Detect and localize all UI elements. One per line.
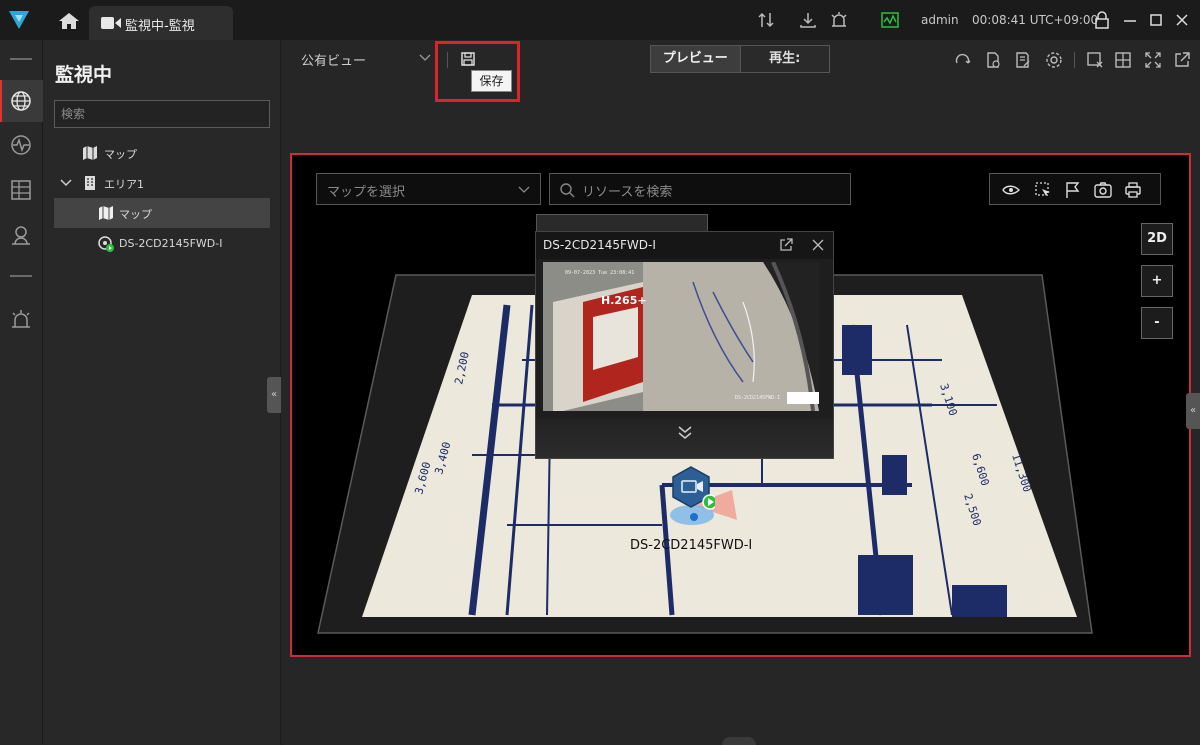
lock-icon[interactable] xyxy=(1093,11,1111,29)
eye-icon[interactable] xyxy=(1002,181,1020,199)
resource-search-input[interactable]: リソースを検索 xyxy=(549,173,851,205)
rail-divider xyxy=(10,275,32,277)
tree-item-label: エリア1 xyxy=(104,178,144,191)
map-tool-group xyxy=(989,173,1161,205)
sidebar-collapse-handle[interactable]: « xyxy=(267,377,281,413)
add-view-icon[interactable] xyxy=(984,51,1002,69)
map-select-placeholder: マップを選択 xyxy=(327,185,406,200)
video-redaction-box xyxy=(787,392,819,404)
popup-stack-edge xyxy=(536,214,708,232)
tab-monitoring[interactable]: 監視中-監視 xyxy=(89,6,233,40)
camera-snapshot-icon[interactable] xyxy=(1094,181,1112,199)
tree-item-label: マップ xyxy=(104,148,137,161)
view-mode-2d-button[interactable]: 2D xyxy=(1141,223,1173,255)
transfer-icon[interactable] xyxy=(757,11,775,29)
popup-header: DS-2CD2145FWD-I xyxy=(536,232,833,259)
clock: 00:08:41 UTC+09:00 xyxy=(972,13,1099,27)
video-osd-name: DS-2CD2145FWD-I xyxy=(735,395,780,401)
rail-divider xyxy=(10,58,32,60)
chevron-down-icon[interactable] xyxy=(58,175,74,191)
video-camera-icon xyxy=(101,17,121,29)
tree-item-map[interactable]: マップ xyxy=(54,138,270,168)
chevron-down-icon[interactable] xyxy=(418,53,432,63)
download-icon[interactable] xyxy=(799,11,817,29)
alarm-light-icon[interactable] xyxy=(10,308,32,330)
resource-search-placeholder: リソースを検索 xyxy=(582,185,673,200)
video-osd-time: 09-07-2023 Tue 23:08:41 xyxy=(565,270,634,276)
preview-button[interactable]: プレビュー xyxy=(651,46,741,72)
chevron-down-icon xyxy=(518,186,530,193)
pop-out-icon[interactable] xyxy=(779,238,793,252)
bottom-panel-expand-handle[interactable] xyxy=(722,737,756,745)
minimize-icon[interactable] xyxy=(1121,11,1139,29)
sidebar-title: 監視中 xyxy=(55,64,113,86)
alarm-icon[interactable] xyxy=(830,11,848,29)
layout-grid-icon[interactable] xyxy=(10,179,32,201)
edit-view-icon[interactable] xyxy=(1014,51,1032,69)
fullscreen-icon[interactable] xyxy=(1144,51,1162,69)
print-icon[interactable] xyxy=(1124,181,1142,199)
camera-preview-popup: DS-2CD2145FWD-I H.265+ 09-07-2023 Tue 23… xyxy=(535,231,834,459)
tree-item-label: DS-2CD2145FWD-I xyxy=(119,237,223,250)
tree-item-label: マップ xyxy=(119,208,152,221)
flag-icon[interactable] xyxy=(1064,181,1082,199)
popup-footer xyxy=(536,418,833,458)
double-chevron-down-icon[interactable] xyxy=(676,423,694,441)
username[interactable]: admin xyxy=(921,13,959,27)
view-select[interactable]: 公有ビュー xyxy=(301,50,366,69)
building-icon xyxy=(85,176,95,190)
toolbar-divider xyxy=(1074,52,1075,68)
resource-sidebar: 監視中 マップ エリア1 マップ DS-2CD2145FWD-I xyxy=(43,40,281,745)
home-icon[interactable] xyxy=(58,12,80,30)
performance-monitor-icon[interactable] xyxy=(881,11,899,29)
popup-title: DS-2CD2145FWD-I xyxy=(543,238,656,252)
camera-map-marker[interactable] xyxy=(671,465,715,513)
waveform-icon[interactable] xyxy=(10,134,32,156)
right-panel-expand-handle[interactable]: « xyxy=(1186,393,1200,429)
video-box-text: H.265+ xyxy=(601,294,647,307)
select-area-icon[interactable] xyxy=(1034,181,1052,199)
playback-button[interactable]: 再生: xyxy=(740,46,829,72)
save-tooltip: 保存 xyxy=(471,70,512,92)
mode-switch: プレビュー 再生: xyxy=(650,45,830,73)
close-icon[interactable] xyxy=(811,238,825,252)
pop-out-icon[interactable] xyxy=(1173,51,1191,69)
close-icon[interactable] xyxy=(1173,11,1191,29)
tree-item-map-selected[interactable]: マップ xyxy=(54,198,270,228)
zoom-in-button[interactable]: + xyxy=(1141,265,1173,297)
map-select-dropdown[interactable]: マップを選択 xyxy=(316,173,541,205)
search-input[interactable] xyxy=(54,100,270,128)
app-logo-icon xyxy=(9,11,29,29)
zoom-out-button[interactable]: - xyxy=(1141,307,1173,339)
globe-icon[interactable] xyxy=(10,90,32,112)
window-layout-icon[interactable] xyxy=(1114,51,1132,69)
close-window-icon[interactable] xyxy=(1086,51,1104,69)
save-icon[interactable] xyxy=(461,52,475,66)
camera-video-feed[interactable]: H.265+ 09-07-2023 Tue 23:08:41 DS-2CD214… xyxy=(543,262,819,411)
maximize-icon[interactable] xyxy=(1147,11,1165,29)
gear-icon[interactable] xyxy=(1045,51,1063,69)
tab-label: 監視中-監視 xyxy=(125,19,195,34)
search-icon xyxy=(560,183,575,198)
camera-map-label: DS-2CD2145FWD-I xyxy=(630,538,753,553)
camera-online-icon xyxy=(98,236,114,252)
navigation-rail xyxy=(0,40,43,745)
title-bar: 監視中-監視 admin 00:08:41 UTC+09:00 xyxy=(0,0,1200,40)
refresh-cloud-icon[interactable] xyxy=(954,51,972,69)
map-icon xyxy=(99,206,113,220)
map-icon xyxy=(83,146,97,160)
tree-item-camera[interactable]: DS-2CD2145FWD-I xyxy=(54,229,270,259)
tree-item-area[interactable]: エリア1 xyxy=(54,168,270,198)
user-icon[interactable] xyxy=(10,224,32,246)
